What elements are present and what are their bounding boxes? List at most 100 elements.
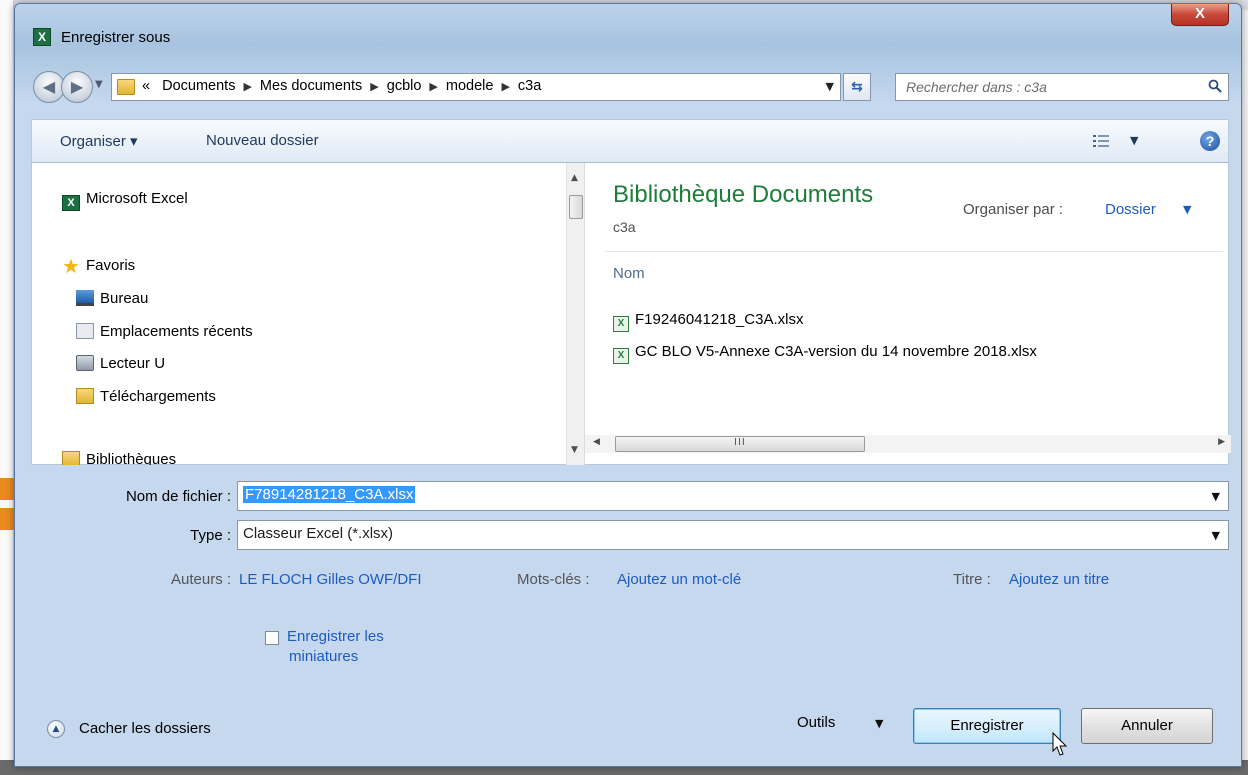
chevron-up-icon[interactable]: ▲	[47, 720, 65, 738]
excel-app-icon: X	[33, 28, 51, 46]
address-dropdown-icon[interactable]: ▼	[826, 80, 834, 93]
tools-dropdown-icon[interactable]: ▼	[875, 717, 883, 730]
star-icon: ★	[62, 256, 80, 278]
breadcrumb-separator-icon[interactable]: ▶	[243, 81, 251, 93]
breadcrumb-item[interactable]: c3a	[518, 78, 541, 94]
save-thumbnails-label[interactable]: Enregistrer les miniatures	[287, 627, 384, 667]
nav-item-desktop[interactable]: Bureau	[76, 290, 148, 307]
excel-file-icon: X	[613, 316, 629, 332]
nav-item-label: Favoris	[86, 257, 136, 274]
scroll-right-arrow-icon[interactable]: ▶	[1218, 437, 1225, 447]
breadcrumb-item[interactable]: modele	[446, 78, 494, 94]
search-icon[interactable]	[1208, 79, 1222, 93]
scrollbar-thumb[interactable]	[569, 195, 583, 219]
authors-field[interactable]: LE FLOCH Gilles OWF/DFI	[239, 571, 422, 588]
forward-button[interactable]: ▶	[61, 71, 93, 103]
scroll-up-arrow-icon[interactable]: ▲	[571, 173, 578, 183]
folder-icon	[117, 79, 135, 95]
keywords-field[interactable]: Ajoutez un mot-clé	[617, 571, 741, 588]
hide-folders-button[interactable]: Cacher les dossiers	[79, 720, 211, 737]
save-thumbnails-checkbox[interactable]	[265, 631, 279, 645]
background-marker	[0, 508, 14, 530]
chevron-down-icon[interactable]: ▼	[1183, 203, 1191, 216]
mouse-cursor-icon	[1052, 732, 1068, 756]
nav-item-downloads[interactable]: Téléchargements	[76, 388, 216, 405]
tools-menu-button[interactable]: Outils	[797, 714, 835, 731]
arrange-by-label: Organiser par :	[963, 201, 1064, 218]
title-field[interactable]: Ajoutez un titre	[1009, 571, 1109, 588]
file-type-select[interactable]: Classeur Excel (*.xlsx) ▼	[237, 520, 1229, 550]
downloads-folder-icon	[76, 388, 94, 404]
browser-panes: X Microsoft Excel ★ Favoris Bureau Emplace…	[31, 163, 1231, 465]
title-label: Titre :	[953, 571, 991, 588]
new-folder-button[interactable]: Nouveau dossier	[206, 132, 319, 149]
save-as-dialog: X Enregistrer sous X ◀ ▶ ▼ « Documents ▶ M…	[14, 3, 1242, 767]
breadcrumb-item[interactable]: Documents	[162, 78, 235, 94]
nav-item-label: Emplacements récents	[100, 323, 253, 340]
scroll-down-arrow-icon[interactable]: ▼	[571, 445, 578, 455]
column-header-name[interactable]: Nom	[613, 265, 645, 282]
help-icon[interactable]: ?	[1200, 131, 1220, 151]
arrange-by-dropdown[interactable]: Dossier	[1105, 201, 1156, 218]
filename-dropdown-icon[interactable]: ▼	[1212, 490, 1220, 503]
dialog-footer: ▲ Cacher les dossiers Outils ▼ Enregistr…	[31, 694, 1229, 756]
file-list-horizontal-scrollbar[interactable]: ◀ III ▶	[585, 435, 1231, 453]
breadcrumb-separator-icon[interactable]: ▶	[429, 81, 437, 93]
breadcrumb-separator-icon[interactable]: ▶	[501, 81, 509, 93]
file-name: GC BLO V5-Annexe C3A-version du 14 novem…	[635, 343, 1037, 360]
nav-item-drive-u[interactable]: Lecteur U	[76, 355, 165, 372]
authors-label: Auteurs :	[171, 571, 232, 588]
title-bar: X Enregistrer sous X	[15, 4, 1241, 46]
nav-item-label: Bureau	[100, 290, 149, 307]
save-button[interactable]: Enregistrer	[913, 708, 1061, 744]
save-options-form: Nom de fichier : F78914281218_C3A.xlsx ▼…	[31, 465, 1229, 677]
library-title: Bibliothèque Documents	[613, 181, 874, 208]
breadcrumb-separator-icon[interactable]: ▶	[370, 81, 378, 93]
close-button[interactable]: X	[1171, 4, 1229, 26]
scrollbar-thumb[interactable]: III	[615, 436, 865, 452]
breadcrumb-item[interactable]: Mes documents	[260, 78, 362, 94]
scrollbar-grip: III	[734, 437, 746, 448]
divider	[605, 251, 1223, 252]
nav-pane-scrollbar[interactable]: ▲ ▼	[566, 163, 584, 465]
nav-item-libraries[interactable]: Bibliothèques	[62, 451, 176, 465]
background-left-edge	[0, 0, 14, 775]
network-drive-icon	[76, 355, 94, 371]
refresh-button[interactable]: ⇆	[843, 73, 871, 101]
file-name: F19246041218_C3A.xlsx	[635, 311, 804, 328]
nav-item-label: Téléchargements	[100, 388, 216, 405]
filename-label: Nom de fichier :	[125, 488, 231, 505]
nav-item-label: Lecteur U	[100, 355, 166, 372]
keywords-label: Mots-clés :	[517, 571, 590, 588]
filename-input[interactable]: F78914281218_C3A.xlsx ▼	[237, 481, 1229, 511]
nav-item-favorites[interactable]: ★ Favoris	[62, 256, 136, 278]
file-row[interactable]: X F19246041218_C3A.xlsx	[613, 311, 803, 332]
view-options-icon[interactable]	[1092, 133, 1110, 149]
excel-file-icon: X	[613, 348, 629, 364]
nav-item-recent-places[interactable]: Emplacements récents	[76, 323, 253, 340]
libraries-icon	[62, 451, 80, 465]
scroll-left-arrow-icon[interactable]: ◀	[593, 437, 600, 447]
view-dropdown-icon[interactable]: ▼	[1130, 134, 1138, 147]
breadcrumb-overflow[interactable]: «	[142, 78, 150, 94]
file-row[interactable]: X GC BLO V5-Annexe C3A-version du 14 nove…	[613, 343, 1037, 364]
nav-item-microsoft-excel[interactable]: X Microsoft Excel	[62, 190, 188, 211]
recent-places-icon	[76, 323, 94, 339]
dialog-title: Enregistrer sous	[61, 29, 171, 46]
organise-menu-button[interactable]: Organiser ▾	[60, 132, 138, 150]
excel-icon: X	[62, 195, 80, 211]
command-bar: Organiser ▾ Nouveau dossier ▼ ?	[31, 119, 1229, 163]
file-type-dropdown-icon[interactable]: ▼	[1212, 529, 1220, 542]
background-marker	[0, 478, 14, 500]
search-input[interactable]: Rechercher dans : c3a	[895, 73, 1229, 101]
recent-locations-dropdown[interactable]: ▼	[95, 79, 103, 90]
address-row: ◀ ▶ ▼ « Documents ▶ Mes documents ▶ gcblo ▶ mo…	[31, 70, 1229, 104]
breadcrumb-item[interactable]: gcblo	[387, 78, 422, 94]
address-bar[interactable]: « Documents ▶ Mes documents ▶ gcblo ▶ modele ▶ c…	[111, 73, 841, 101]
save-thumbnails-label-line: Enregistrer les	[287, 628, 384, 645]
search-placeholder: Rechercher dans : c3a	[906, 79, 1047, 95]
cancel-button[interactable]: Annuler	[1081, 708, 1213, 744]
nav-item-label: Bibliothèques	[86, 451, 177, 465]
filename-value: F78914281218_C3A.xlsx	[243, 486, 416, 503]
nav-item-label: Microsoft Excel	[86, 190, 188, 207]
